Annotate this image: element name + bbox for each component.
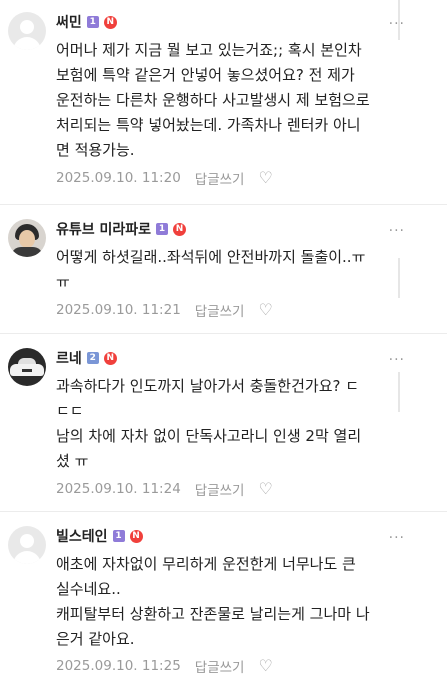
default-avatar-icon xyxy=(20,534,34,548)
author-row: 르네 2 N xyxy=(56,348,117,368)
level-badge: 1 xyxy=(112,530,125,542)
reply-button[interactable]: 답글쓰기 xyxy=(195,479,245,499)
heart-outline-icon[interactable]: ♡ xyxy=(258,658,272,674)
divider xyxy=(0,511,447,512)
level-badge: 2 xyxy=(86,352,99,364)
more-options-icon[interactable]: ··· xyxy=(389,352,405,368)
comment-meta: 2025.09.10. 11:25 답글쓰기 ♡ xyxy=(56,656,273,677)
divider xyxy=(0,333,447,334)
reply-button[interactable]: 답글쓰기 xyxy=(195,300,245,320)
more-options-icon[interactable]: ··· xyxy=(389,223,405,239)
comment-item: 빌스테인 1 N ··· 애초에 자차없이 무리하게 운전한게 너무나도 큰 실… xyxy=(0,526,447,676)
author-name[interactable]: 써민 xyxy=(56,12,82,32)
comment-item: 르네 2 N ··· 과속하다가 인도까지 날아가서 충돌한건가요? ㄷ ㄷㄷ … xyxy=(0,348,447,500)
new-badge: N xyxy=(103,351,117,365)
comment-meta: 2025.09.10. 11:21 답글쓰기 ♡ xyxy=(56,300,273,321)
comment-meta: 2025.09.10. 11:20 답글쓰기 ♡ xyxy=(56,168,273,189)
comment-text: 어머나 제가 지금 뭘 보고 있는거죠;; 혹시 본인차 보험에 특약 같은거 … xyxy=(56,41,370,159)
author-row: 써민 1 N xyxy=(56,12,117,32)
level-badge: 1 xyxy=(86,16,99,28)
heart-outline-icon[interactable]: ♡ xyxy=(258,302,272,318)
heart-outline-icon[interactable]: ♡ xyxy=(258,170,272,186)
comment-date: 2025.09.10. 11:21 xyxy=(56,302,181,318)
reply-button[interactable]: 답글쓰기 xyxy=(195,656,245,676)
comment-text: 과속하다가 인도까지 날아가서 충돌한건가요? ㄷ ㄷㄷ 남의 차에 자차 없이… xyxy=(56,377,362,470)
author-name[interactable]: 르네 xyxy=(56,348,82,368)
comment-text: 어떻게 하셧길래..좌석뒤에 안전바까지 돌출이..ㅠ ㅠ xyxy=(56,248,366,291)
author-row: 빌스테인 1 N xyxy=(56,526,143,546)
avatar[interactable] xyxy=(8,219,46,257)
comment-date: 2025.09.10. 11:20 xyxy=(56,170,181,186)
author-name[interactable]: 빌스테인 xyxy=(56,526,108,546)
comment-item: 써민 1 N ··· 어머나 제가 지금 뭘 보고 있는거죠;; 혹시 본인차 … xyxy=(0,12,447,198)
comment-date: 2025.09.10. 11:24 xyxy=(56,481,181,497)
new-badge: N xyxy=(173,222,187,236)
reply-button[interactable]: 답글쓰기 xyxy=(195,168,245,188)
avatar[interactable] xyxy=(8,12,46,50)
avatar[interactable] xyxy=(8,526,46,564)
new-badge: N xyxy=(103,15,117,29)
author-row: 유튜브 미라파로 1 N xyxy=(56,219,187,239)
comment-meta: 2025.09.10. 11:24 답글쓰기 ♡ xyxy=(56,479,273,500)
more-options-icon[interactable]: ··· xyxy=(389,530,405,546)
comment-text: 애초에 자차없이 무리하게 운전한게 너무나도 큰 실수네요.. 캐피탈부터 상… xyxy=(56,555,370,648)
avatar[interactable] xyxy=(8,348,46,386)
divider xyxy=(0,204,447,205)
comment-item: 유튜브 미라파로 1 N ··· 어떻게 하셧길래..좌석뒤에 안전바까지 돌출… xyxy=(0,219,447,325)
heart-outline-icon[interactable]: ♡ xyxy=(258,481,272,497)
level-badge: 1 xyxy=(156,223,169,235)
comment-date: 2025.09.10. 11:25 xyxy=(56,658,181,674)
author-name[interactable]: 유튜브 미라파로 xyxy=(56,219,151,239)
more-options-icon[interactable]: ··· xyxy=(389,16,405,32)
new-badge: N xyxy=(129,529,143,543)
default-avatar-icon xyxy=(20,20,34,34)
